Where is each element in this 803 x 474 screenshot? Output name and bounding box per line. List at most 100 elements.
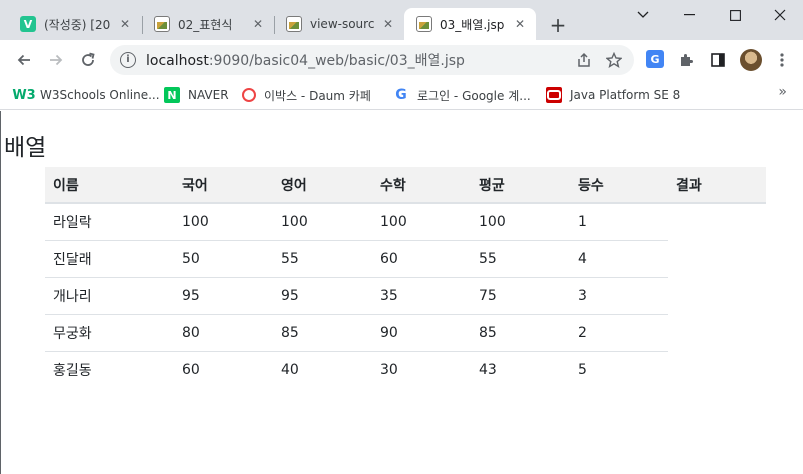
page-viewport: 배열 이름 국어 영어 수학 평균 등수 결과 라일락 100 100 100 … bbox=[0, 111, 803, 474]
cell-result bbox=[668, 240, 766, 277]
bookmark-naver[interactable]: N NAVER bbox=[164, 84, 229, 106]
cell-result bbox=[668, 314, 766, 351]
tab-title: 02_표현식 bbox=[178, 17, 233, 32]
site-info-icon[interactable]: i bbox=[120, 52, 136, 68]
table-row: 진달래 50 55 60 55 4 bbox=[45, 240, 766, 278]
tab-strip: V (작성중) [20 ✕ 02_표현식 ✕ view-source ✕ 03_… bbox=[0, 0, 803, 40]
more-bookmarks-chevron-icon[interactable]: » bbox=[778, 84, 787, 100]
cell-name: 홍길동 bbox=[53, 362, 92, 379]
browser-toolbar: i localhost:9090/basic04_web/basic/03_배열… bbox=[0, 40, 803, 80]
bookmark-label: 이박스 - Daum 카페 bbox=[264, 88, 371, 103]
bookmarks-bar: W3 W3Schools Online... N NAVER 이박스 - Dau… bbox=[0, 80, 803, 110]
cell-average: 100 bbox=[471, 203, 570, 241]
back-button[interactable] bbox=[10, 46, 38, 74]
cell-name: 진달래 bbox=[45, 240, 174, 278]
close-window-button[interactable] bbox=[757, 0, 803, 30]
bookmark-label: 로그인 - Google 계... bbox=[417, 88, 531, 103]
address-bar[interactable]: i localhost:9090/basic04_web/basic/03_배열… bbox=[110, 45, 634, 75]
tab-title: (작성중) [20 bbox=[44, 17, 111, 32]
cell-rank: 1 bbox=[570, 203, 668, 241]
page-title: 배열 bbox=[4, 135, 47, 161]
tab-close-icon[interactable]: ✕ bbox=[380, 16, 396, 32]
extensions-puzzle-icon[interactable] bbox=[676, 50, 696, 70]
bookmark-java-platform[interactable]: Java Platform SE 8 bbox=[546, 84, 680, 106]
cell-rank: 5 bbox=[578, 361, 587, 378]
cell-average: 55 bbox=[471, 240, 570, 278]
cell-result bbox=[668, 203, 766, 240]
naver-icon: N bbox=[164, 87, 180, 103]
browser-menu-kebab-icon[interactable] bbox=[772, 50, 792, 70]
bookmark-label: W3Schools Online... bbox=[40, 88, 160, 102]
w3schools-icon: W3 bbox=[12, 87, 36, 103]
cell-korean: 100 bbox=[174, 203, 273, 241]
cell-rank: 3 bbox=[570, 277, 668, 315]
bookmark-google-login[interactable]: G 로그인 - Google 계... bbox=[393, 84, 531, 106]
cell-korean: 60 bbox=[182, 361, 200, 378]
close-icon bbox=[774, 9, 786, 21]
oracle-java-icon bbox=[546, 87, 562, 103]
velog-favicon-icon: V bbox=[20, 16, 36, 32]
google-translate-extension-icon[interactable]: G bbox=[646, 50, 664, 68]
cell-korean: 50 bbox=[174, 240, 273, 278]
bookmark-w3schools[interactable]: W3 W3Schools Online... bbox=[12, 84, 160, 106]
column-header-average: 평균 bbox=[479, 177, 505, 194]
cell-math: 35 bbox=[372, 277, 471, 315]
new-tab-button[interactable]: + bbox=[544, 12, 572, 40]
profile-avatar[interactable] bbox=[740, 49, 762, 71]
table-row: 개나리 95 95 35 75 3 bbox=[45, 277, 766, 315]
url-path: :9090/basic04_web/basic/03_배열.jsp bbox=[208, 53, 465, 69]
cell-math: 90 bbox=[372, 314, 471, 352]
tab-search-button[interactable] bbox=[620, 0, 666, 30]
url-host: localhost bbox=[146, 53, 209, 69]
minimize-icon bbox=[683, 14, 695, 16]
column-header-english: 영어 bbox=[281, 177, 307, 194]
tab-expressions[interactable]: 02_표현식 ✕ bbox=[142, 8, 274, 40]
cell-name: 개나리 bbox=[45, 277, 174, 315]
side-panel-icon[interactable] bbox=[708, 50, 728, 70]
cell-result bbox=[668, 277, 766, 314]
cell-english: 55 bbox=[273, 240, 372, 278]
google-icon: G bbox=[395, 87, 407, 103]
cell-rank: 4 bbox=[570, 240, 668, 278]
table-row: 홍길동 60 40 30 43 5 bbox=[45, 351, 766, 388]
cell-average: 85 bbox=[471, 314, 570, 352]
cell-math: 60 bbox=[372, 240, 471, 278]
column-header-rank: 등수 bbox=[578, 177, 604, 194]
page-favicon-icon bbox=[154, 16, 170, 32]
cell-english: 95 bbox=[273, 277, 372, 315]
cell-english: 100 bbox=[273, 203, 372, 241]
cell-result bbox=[668, 351, 766, 388]
cell-math: 30 bbox=[380, 361, 398, 378]
maximize-icon bbox=[729, 9, 741, 21]
table-row: 무궁화 80 85 90 85 2 bbox=[45, 314, 766, 352]
tab-close-icon[interactable]: ✕ bbox=[512, 16, 528, 32]
reload-icon bbox=[82, 52, 95, 66]
bookmark-daum-cafe[interactable]: 이박스 - Daum 카페 bbox=[242, 84, 371, 106]
cell-average: 75 bbox=[471, 277, 570, 315]
column-header-result: 결과 bbox=[676, 177, 702, 194]
cell-english: 85 bbox=[273, 314, 372, 352]
tab-view-source[interactable]: view-source ✕ bbox=[274, 8, 404, 40]
column-header-math: 수학 bbox=[380, 177, 406, 194]
tab-arrays-active[interactable]: 03_배열.jsp ✕ bbox=[404, 8, 536, 40]
cell-math: 100 bbox=[372, 203, 471, 241]
cell-name: 라일락 bbox=[45, 203, 174, 241]
column-header-name: 이름 bbox=[53, 177, 79, 194]
maximize-button[interactable] bbox=[712, 0, 758, 30]
url-text[interactable]: localhost:9090/basic04_web/basic/03_배열.j… bbox=[146, 50, 465, 70]
arrow-right-icon bbox=[50, 54, 63, 66]
chevron-down-icon bbox=[637, 11, 649, 18]
share-icon[interactable] bbox=[576, 52, 592, 68]
tab-close-icon[interactable]: ✕ bbox=[250, 16, 266, 32]
reload-button[interactable] bbox=[74, 46, 102, 74]
tab-title: view-source bbox=[310, 17, 374, 31]
bookmark-star-icon[interactable] bbox=[605, 51, 623, 68]
cell-name: 무궁화 bbox=[45, 314, 174, 352]
tab-close-icon[interactable]: ✕ bbox=[117, 16, 133, 32]
forward-button[interactable] bbox=[42, 46, 70, 74]
bookmark-label: Java Platform SE 8 bbox=[570, 88, 681, 102]
table-header-row: 이름 국어 영어 수학 평균 등수 결과 bbox=[45, 167, 766, 203]
minimize-button[interactable] bbox=[666, 0, 712, 30]
tab-draft[interactable]: V (작성중) [20 ✕ bbox=[8, 8, 141, 40]
bookmark-label: NAVER bbox=[188, 88, 229, 102]
